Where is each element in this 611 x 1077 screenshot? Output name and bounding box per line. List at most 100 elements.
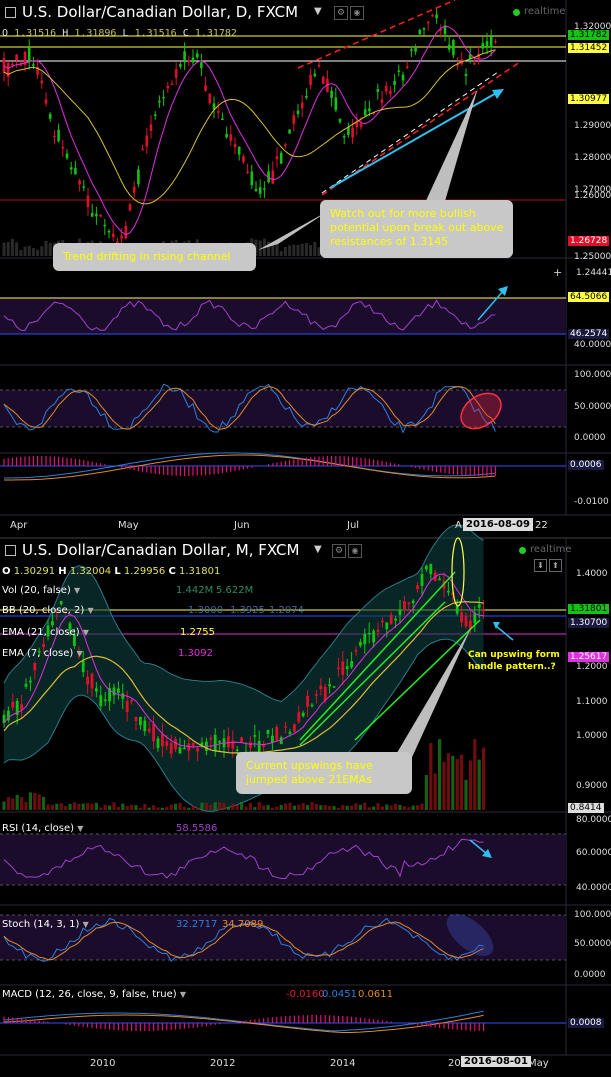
indicator-macd-row[interactable]: MACD (12, 26, close, 9, false, true) ▼ -… — [2, 989, 393, 1000]
volume-bar — [204, 802, 208, 810]
volume-bar — [279, 251, 283, 256]
candle-body — [249, 742, 252, 748]
volume-bar — [477, 759, 481, 810]
candle-body — [42, 643, 45, 648]
volume-bar — [64, 806, 68, 810]
volume-bar — [394, 803, 398, 810]
zoom-plus-icon[interactable]: + — [553, 267, 563, 278]
candle-body — [65, 153, 69, 159]
volume-bar — [292, 805, 296, 810]
eye-icon[interactable]: ◉ — [348, 544, 362, 558]
ohlc-l-label: L — [122, 28, 129, 39]
candle-body — [309, 74, 312, 86]
ema7-label: EMA (7, close) — [2, 648, 74, 659]
settings-icon[interactable]: ⚙ — [334, 6, 348, 20]
settings-icon[interactable]: ⚙ — [332, 544, 346, 558]
volume-bar — [380, 806, 384, 810]
indicator-ema7-row[interactable]: EMA (7, close) ▼ 1.3092 — [2, 648, 213, 659]
ohlc-l-value: 1.31516 — [134, 28, 177, 39]
vol-label: Vol (20, false) — [2, 585, 71, 596]
indicator-stoch-row[interactable]: Stoch (14, 3, 1) ▼ 32.2717 34.7089 — [2, 919, 263, 930]
volume-bar — [68, 803, 72, 810]
candle-body — [86, 676, 89, 685]
candle-body — [275, 726, 279, 741]
chevron-down-icon[interactable]: ▼ — [180, 990, 186, 999]
volume-bar — [15, 242, 19, 256]
volume-bar — [28, 792, 32, 810]
candle-body — [489, 36, 493, 48]
indicator-rsi-row[interactable]: RSI (14, close) ▼ 58.5586 — [2, 823, 217, 834]
candle-body — [338, 118, 342, 123]
candle-body — [401, 74, 405, 81]
rsi-tick-60: 60.0000 — [576, 848, 611, 858]
volume-bar — [363, 802, 367, 810]
candle-body — [33, 662, 37, 671]
candle-body — [29, 680, 32, 683]
x-label-may: May — [118, 520, 139, 531]
volume-bar — [460, 754, 464, 810]
candle-body — [200, 62, 203, 69]
volume-bar — [257, 802, 261, 810]
candle-body — [51, 621, 54, 626]
candle-body — [187, 60, 191, 63]
volume-bar — [385, 804, 389, 810]
candle-body — [169, 743, 173, 754]
scroll-up-icon[interactable]: ⬆ — [549, 559, 562, 572]
chevron-down-icon[interactable]: ▼ — [77, 824, 83, 833]
indicator-bb-row[interactable]: BB (20, close, 2) ▼ 1.3000 1.3925 1.2074 — [2, 605, 304, 616]
price-tag-low: 1.24441 — [576, 268, 611, 278]
volume-bar — [44, 240, 48, 256]
volume-bar — [24, 801, 28, 810]
candle-body — [78, 180, 81, 185]
indicator-ema21-row[interactable]: EMA (21, close) ▼ 1.2755 — [2, 627, 215, 638]
candle-body — [297, 712, 301, 722]
candle-body — [86, 195, 90, 207]
volume-bar — [271, 244, 275, 256]
candle-body — [156, 738, 160, 748]
indicator-vol-row[interactable]: Vol (20, false) ▼ 1.442M 5.622M — [2, 585, 253, 596]
eye-icon[interactable]: ◉ — [350, 6, 364, 20]
candle-body — [293, 724, 296, 732]
monthly-chart-icon[interactable] — [5, 545, 16, 556]
volume-bar — [319, 805, 323, 810]
candle-body — [120, 235, 123, 239]
chevron-down-icon[interactable]: ▼ — [76, 649, 82, 658]
daily-chart-icon[interactable] — [5, 7, 16, 18]
price-tag-ema7: 1.25617 — [568, 652, 610, 662]
candle-body — [410, 49, 413, 51]
candle-body — [141, 148, 144, 151]
vol-value-1: 1.442M — [176, 585, 214, 596]
candle-body — [455, 605, 459, 614]
candle-body — [447, 44, 451, 50]
volume-bar — [482, 747, 486, 810]
chevron-down-icon[interactable]: ▼ — [83, 920, 89, 929]
candle-body — [132, 186, 136, 193]
candle-body — [99, 695, 103, 707]
candle-body — [196, 748, 199, 752]
chevron-down-icon[interactable]: ▼ — [74, 586, 80, 595]
chevron-down-icon[interactable]: ▼ — [87, 606, 93, 615]
volume-bar — [2, 242, 6, 256]
candle-body — [485, 41, 489, 48]
candle-body — [368, 108, 371, 112]
monthly-price-axis: 1.4000 1.31801 1.30700 1.25617 1.2000 1.… — [566, 538, 611, 1073]
vol-value-2: 5.622M — [216, 585, 254, 596]
volume-bar — [182, 806, 186, 810]
chevron-down-icon[interactable]: ▼ — [314, 6, 322, 17]
volume-bar — [279, 804, 283, 810]
ohlc-o-value: 1.30291 — [13, 566, 56, 577]
chevron-down-icon[interactable]: ▼ — [314, 544, 322, 555]
volume-bar — [55, 803, 59, 810]
scroll-down-icon[interactable]: ⬇ — [534, 559, 547, 572]
monthly-title-bar: U.S. Dollar/Canadian Dollar, M, FXCM ▼ ⚙… — [0, 540, 572, 562]
candle-body — [425, 565, 428, 570]
volume-bar — [121, 803, 125, 810]
volume-bar — [218, 802, 222, 810]
chevron-down-icon[interactable]: ▼ — [83, 628, 89, 637]
x-label-2010: 2010 — [90, 1058, 116, 1069]
volume-bar — [19, 249, 23, 256]
volume-bar — [125, 806, 129, 810]
volume-bar — [231, 803, 235, 810]
price-tag-resistance: 1.31452 — [568, 43, 610, 53]
ohlc-h-value: 1.32004 — [69, 566, 112, 577]
